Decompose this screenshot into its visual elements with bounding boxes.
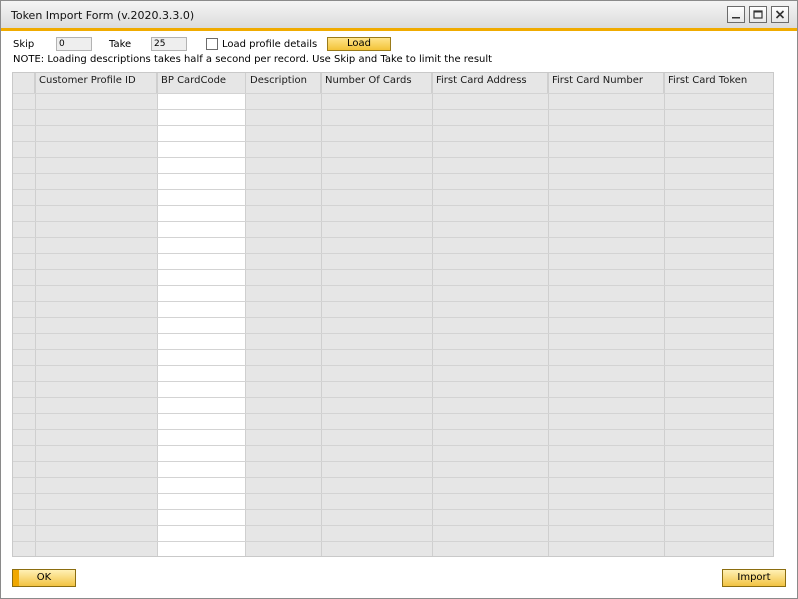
column-divider [245, 73, 246, 556]
row-divider [13, 509, 773, 510]
maximize-button[interactable] [749, 6, 767, 23]
row-divider [13, 109, 773, 110]
column-header-description[interactable]: Description [246, 73, 321, 93]
row-divider [13, 93, 773, 94]
row-divider [13, 317, 773, 318]
row-header-corner [13, 73, 35, 93]
load-profile-checkbox[interactable] [206, 38, 218, 50]
row-divider [13, 125, 773, 126]
row-divider [13, 413, 773, 414]
column-header-bp-cardcode[interactable]: BP CardCode [157, 73, 246, 93]
column-header-number-of-cards[interactable]: Number Of Cards [321, 73, 432, 93]
take-label: Take [109, 39, 132, 50]
column-divider [321, 73, 322, 556]
row-divider [13, 365, 773, 366]
column-divider [157, 73, 158, 556]
column-header-customer-profile-id[interactable]: Customer Profile ID [35, 73, 157, 93]
ok-button-accent [13, 570, 19, 586]
note-text: NOTE: Loading descriptions takes half a … [13, 54, 493, 65]
row-divider [13, 429, 773, 430]
ok-button-label: OK [36, 572, 52, 583]
close-button[interactable] [771, 6, 789, 23]
bp-cardcode-column-body[interactable] [157, 93, 245, 556]
load-profile-label: Load profile details [222, 39, 318, 50]
column-header-first-card-address[interactable]: First Card Address [432, 73, 548, 93]
row-divider [13, 157, 773, 158]
token-import-window: Token Import Form (v.2020.3.3.0) Skip 0 … [0, 0, 798, 599]
load-button[interactable]: Load [327, 37, 391, 51]
column-divider [548, 73, 549, 556]
row-divider [13, 493, 773, 494]
column-divider [35, 73, 36, 556]
row-divider [13, 477, 773, 478]
column-header-first-card-token[interactable]: First Card Token [664, 73, 773, 93]
ok-button[interactable]: OK [12, 569, 76, 587]
row-divider [13, 349, 773, 350]
row-divider [13, 381, 773, 382]
maximize-icon [753, 10, 763, 19]
row-divider [13, 333, 773, 334]
title-bar[interactable]: Token Import Form (v.2020.3.3.0) [1, 1, 797, 31]
row-divider [13, 189, 773, 190]
row-divider [13, 269, 773, 270]
row-divider [13, 301, 773, 302]
column-divider [664, 73, 665, 556]
row-divider [13, 221, 773, 222]
row-divider [13, 141, 773, 142]
close-icon [775, 10, 785, 19]
take-field[interactable]: 25 [151, 37, 187, 51]
row-divider [13, 205, 773, 206]
column-header-first-card-number[interactable]: First Card Number [548, 73, 664, 93]
token-grid[interactable]: Customer Profile ID BP CardCode Descript… [12, 72, 774, 557]
row-divider [13, 237, 773, 238]
window-title: Token Import Form (v.2020.3.3.0) [11, 9, 195, 22]
minimize-icon [732, 17, 740, 19]
skip-label: Skip [13, 39, 35, 50]
row-divider [13, 541, 773, 542]
row-divider [13, 285, 773, 286]
column-divider [432, 73, 433, 556]
row-divider [13, 173, 773, 174]
row-divider [13, 525, 773, 526]
row-divider [13, 445, 773, 446]
row-divider [13, 461, 773, 462]
import-button[interactable]: Import [722, 569, 786, 587]
skip-field[interactable]: 0 [56, 37, 92, 51]
row-divider [13, 397, 773, 398]
minimize-button[interactable] [727, 6, 745, 23]
row-divider [13, 253, 773, 254]
